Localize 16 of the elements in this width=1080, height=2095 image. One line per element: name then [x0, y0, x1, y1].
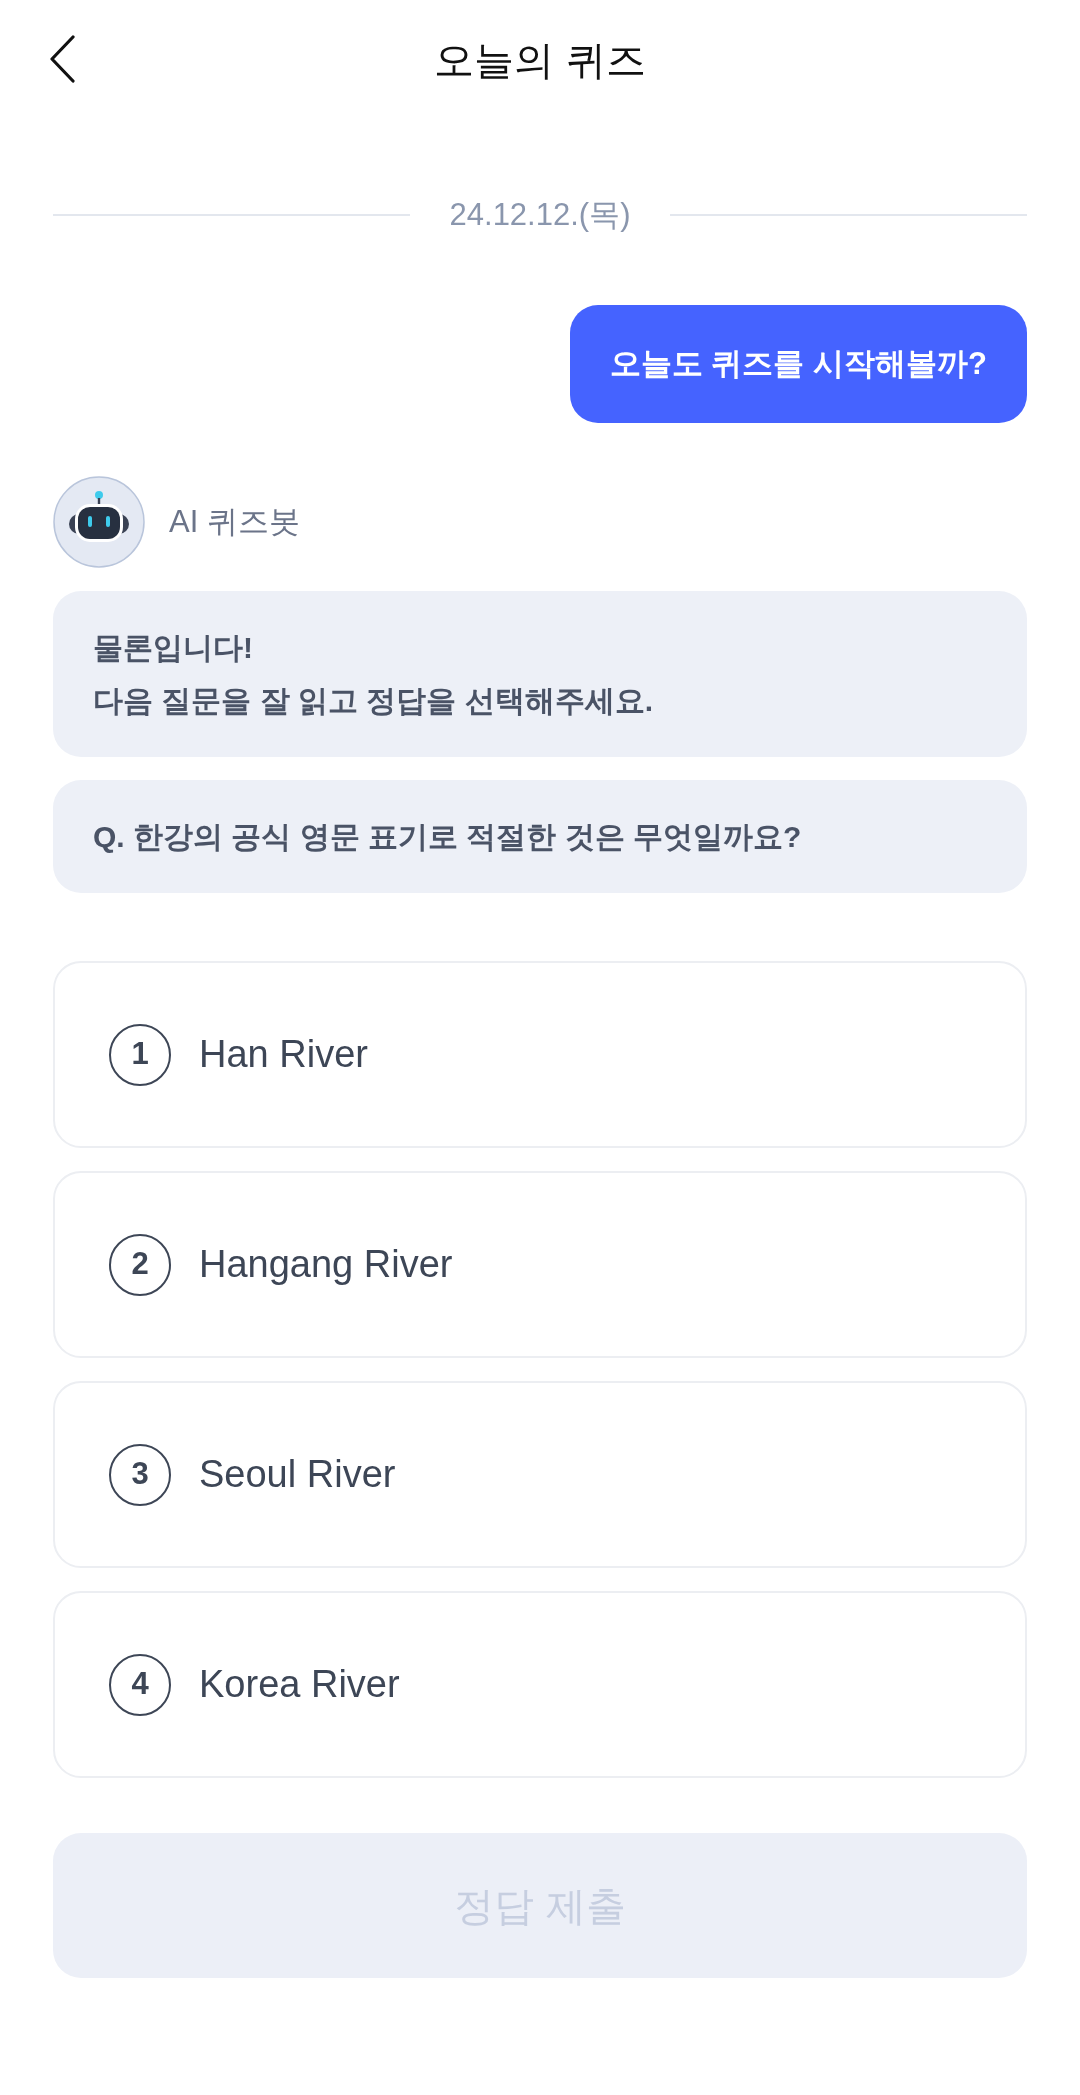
bot-message-bubble: Q. 한강의 공식 영문 표기로 적절한 것은 무엇일까요?: [53, 780, 1027, 893]
bot-message-bubble: 물론입니다! 다음 질문을 잘 읽고 정답을 선택해주세요.: [53, 591, 1027, 757]
option-number: 4: [109, 1653, 171, 1716]
page-title: 오늘의 퀴즈: [434, 37, 646, 84]
answer-option[interactable]: 3 Seoul River: [53, 1381, 1027, 1568]
user-message-bubble: 오늘도 퀴즈를 시작해볼까?: [569, 305, 1027, 423]
back-chevron-icon: [49, 35, 75, 83]
date-divider-label: 24.12.12.(목): [449, 195, 631, 234]
option-number: 2: [109, 1233, 171, 1296]
option-number: 1: [109, 1023, 171, 1086]
answer-option[interactable]: 4 Korea River: [53, 1591, 1027, 1778]
answer-option[interactable]: 1 Han River: [53, 961, 1027, 1148]
bot-name: AI 퀴즈봇: [169, 502, 300, 541]
robot-avatar-icon: [53, 476, 145, 568]
option-number: 3: [109, 1443, 171, 1506]
answer-option[interactable]: 2 Hangang River: [53, 1171, 1027, 1358]
